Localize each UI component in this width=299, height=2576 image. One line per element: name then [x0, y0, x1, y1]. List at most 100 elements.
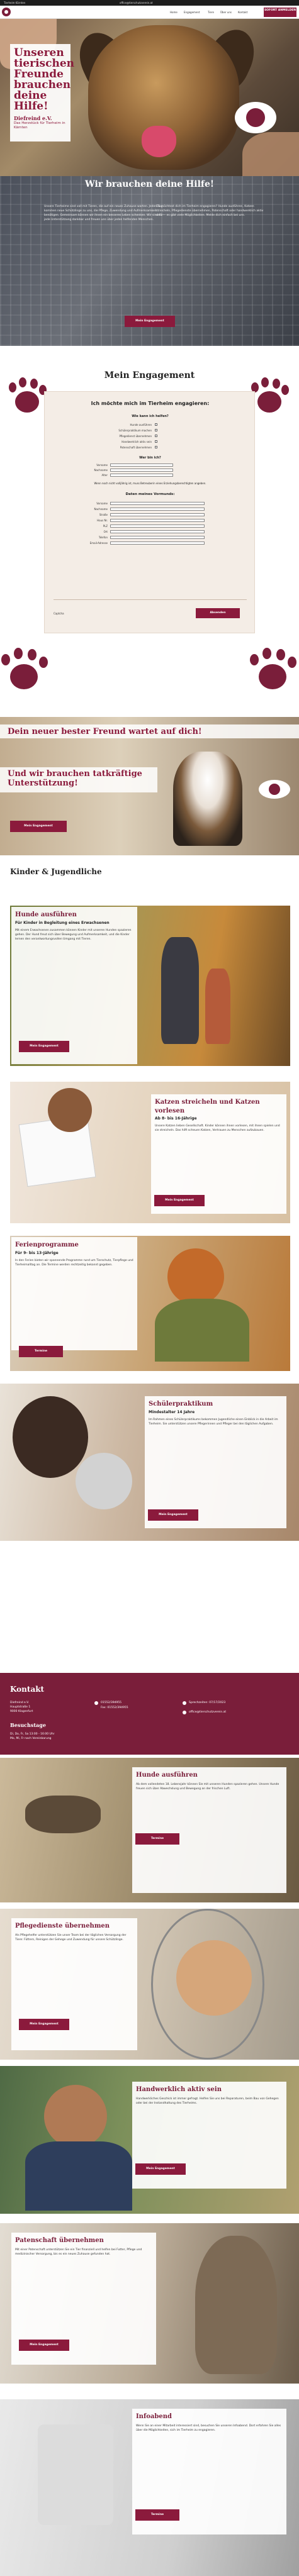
parent-note: Wenn noch nicht volljährig ist, muss Bet… [94, 482, 206, 485]
field-label: PLZ [103, 525, 108, 528]
adult-item-card: Hunde ausführen Ab dem vollendeten 18. L… [132, 1767, 286, 1893]
guardian-street-input[interactable] [110, 513, 205, 516]
logo-icon[interactable] [2, 8, 11, 16]
help-engagement-button[interactable]: Mein Engagement [125, 316, 175, 327]
banner-line-2: Und wir brauchen tatkräftige Unterstützu… [8, 769, 142, 788]
register-now-button[interactable]: SOFORT ANMELDEN [264, 8, 296, 17]
paw-badge-icon [259, 780, 290, 799]
adult-item-title: Handwerklich aktiv sein [136, 2086, 222, 2093]
help-title: Wir brauchen deine Hilfe! [84, 179, 215, 189]
contact-title: Kontakt [10, 1685, 45, 1694]
last-name-input[interactable] [110, 469, 173, 472]
contact-fax: Fax: 01552/394955 [101, 1706, 128, 1709]
contact-hours: Sprechzeiten: 07/17/2023 [189, 1701, 226, 1704]
kid-item-text: Mit einem Erwachsenen zusammen können Ki… [15, 928, 132, 941]
adult-item-text: Mit einer Patenschaft unterstützen Sie e… [15, 2248, 142, 2256]
kid-item-card: Ferienprogramme Für 9- bis 13-Jährige In… [11, 1237, 137, 1350]
kid-item-title: Schülerpraktikum [149, 1401, 213, 1407]
kids-section-title: Kinder & Jugendliche [10, 867, 102, 876]
kid-item-button[interactable]: Mein Engagement [148, 1509, 198, 1521]
engagement-form: Ich möchte mich im Tierheim engagieren: … [44, 391, 255, 633]
kid-item-text: Unsere Katzen lieben Gesellschaft. Kinde… [155, 1124, 280, 1133]
nav-link-engagement[interactable]: Engagement [184, 11, 200, 14]
hero-org-name: Diefreind e.V. [14, 115, 52, 121]
paw-print-icon [0, 648, 50, 692]
kid-item-title: Hunde ausführen [15, 911, 77, 918]
adult-item-button[interactable]: Mein Engagement [19, 2340, 69, 2351]
adult-item-title: Pflegedienste übernehmen [15, 1923, 110, 1929]
adult-item-text: Als Pflegehelfer unterstützen Sie unser … [15, 1933, 127, 1941]
form-title: Ich möchte mich im Tierheim engagieren: [91, 401, 210, 406]
help-right-text: Du möchtest dich im Tierheim engagieren?… [156, 205, 264, 217]
kid-item-card: Schülerpraktikum Mindestalter 14 Jahre I… [145, 1396, 286, 1528]
kid-item-button[interactable]: Mein Engagement [154, 1195, 205, 1206]
main-navigation: Home Engagement Tiere Über uns Kontakt S… [0, 6, 299, 19]
submit-button[interactable]: Absenden [196, 608, 240, 618]
engagement-title: Mein Engagement [104, 370, 195, 380]
adult-item-title: Infoabend [136, 2413, 172, 2420]
adult-item-text: Wenn Sie an einer Mitarbeit interessiert… [136, 2424, 281, 2432]
contact-phone[interactable]: 01552/394955 [101, 1701, 121, 1705]
banner-line-1: Dein neuer bester Freund wartet auf dich… [8, 727, 202, 736]
nav-link-home[interactable]: Home [170, 11, 178, 14]
hero-subtitle: Das Herzstück für Tierheim in Kärnten [14, 121, 65, 130]
kid-item-button[interactable]: Mein Engagement [19, 1041, 69, 1052]
age-input[interactable] [110, 474, 173, 477]
nav-link-tiere[interactable]: Tiere [208, 11, 214, 14]
paw-print-icon [249, 377, 293, 415]
banner-section: Dein neuer bester Freund wartet auf dich… [0, 717, 299, 855]
kid-item-button[interactable]: Termine [19, 1346, 63, 1357]
banner-line-2-band: Und wir brauchen tatkräftige Unterstützu… [0, 767, 157, 792]
option-checkbox[interactable] [155, 435, 157, 437]
guardian-email-input[interactable] [110, 541, 205, 545]
option-checkbox[interactable] [155, 429, 157, 431]
captcha-label: Captcha [54, 612, 64, 615]
field-label: Straße [99, 513, 108, 516]
field-label: Ort [103, 530, 108, 533]
field-label: Vorname [96, 464, 108, 467]
field-label: Haus Nr. [97, 519, 108, 522]
contact-email[interactable]: office@tierschutzverein.at [189, 1710, 226, 1714]
address-line: Diefreind e.V. [10, 1701, 30, 1704]
topbar-email[interactable]: office@tierschutzverein.at [120, 1, 153, 4]
option-label: Schülerpraktikum machen [118, 429, 152, 432]
mail-icon [183, 1711, 186, 1714]
option-checkbox[interactable] [155, 440, 157, 443]
field-label: Alter [101, 474, 108, 477]
option-checkbox[interactable] [155, 423, 157, 426]
guardian-last-name-input[interactable] [110, 508, 205, 511]
field-label: Telefon [98, 536, 108, 539]
adult-item-text: Ab dem vollendeten 18. Lebensjahr können… [136, 1782, 279, 1790]
guardian-zip-input[interactable] [110, 525, 205, 528]
guardian-house-number-input[interactable] [110, 519, 205, 522]
kid-item-subtitle: Mindestalter 14 Jahre [149, 1409, 195, 1414]
contact-section: Kontakt Diefreind e.V. Hauptstraße 1 900… [0, 1673, 299, 1755]
form-divider [54, 599, 247, 600]
adult-item-card: Pflegedienste übernehmen Als Pflegehelfe… [11, 1918, 137, 2050]
guardian-first-name-input[interactable] [110, 502, 205, 505]
help-section: Wir brauchen deine Hilfe! Unsere Tierhei… [0, 176, 299, 346]
banner-engagement-button[interactable]: Mein Engagement [10, 821, 67, 832]
hero-headline-box: Unseren tierischen Freunde brauchen dein… [10, 44, 74, 142]
adult-item-button[interactable]: Mein Engagement [135, 2163, 186, 2175]
address-line: 9000 Klagenfurt [10, 1710, 33, 1713]
nav-link-ueber-uns[interactable]: Über uns [220, 11, 232, 14]
option-label: Handwerklich aktiv sein [121, 440, 152, 443]
guardian-city-input[interactable] [110, 530, 205, 533]
page: Tierheim Kärnten office@tierschutzverein… [0, 0, 299, 2576]
adult-item-title: Patenschaft übernehmen [15, 2237, 104, 2244]
adult-item-button[interactable]: Termine [135, 2509, 179, 2521]
engagement-section: Mein Engagement Ich möchte mich im Tierh… [0, 346, 299, 698]
kid-item-subtitle: Ab 8- bis 16-Jährige [155, 1116, 197, 1121]
first-name-input[interactable] [110, 464, 173, 467]
nav-link-kontakt[interactable]: Kontakt [238, 11, 247, 14]
hero-hand-image-2 [242, 132, 299, 176]
guardian-phone-input[interactable] [110, 536, 205, 539]
adult-item-button[interactable]: Termine [135, 1833, 179, 1845]
guardian-title: Daten meines Vormunds: [125, 492, 175, 496]
clock-icon [183, 1701, 186, 1705]
adult-item-title: Hunde ausführen [136, 1772, 198, 1779]
adult-item-button[interactable]: Mein Engagement [19, 2019, 69, 2030]
dog-tongue [142, 126, 176, 157]
option-checkbox[interactable] [155, 446, 157, 448]
